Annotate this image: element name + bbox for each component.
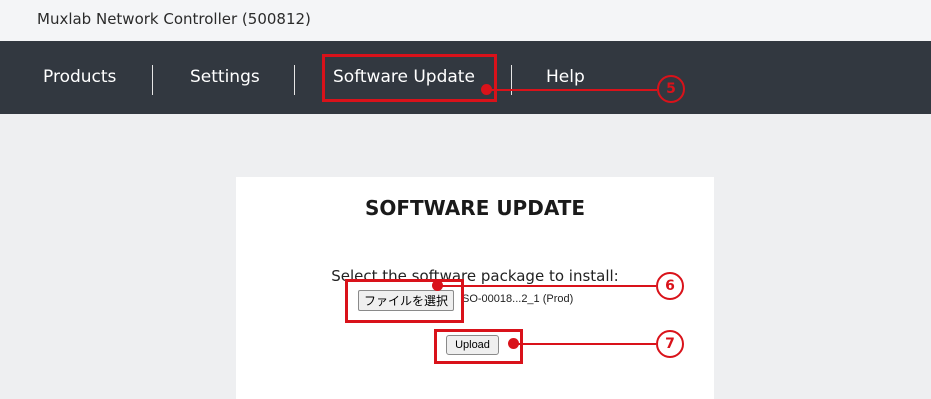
app-title: Muxlab Network Controller (500812) xyxy=(37,10,311,28)
callout-number-7: 7 xyxy=(656,330,684,358)
software-update-card: SOFTWARE UPDATE Select the software pack… xyxy=(236,177,714,399)
selected-file-name: SO-00018...2_1 (Prod) xyxy=(462,293,574,305)
nav-separator xyxy=(294,65,295,95)
callout-leader-line xyxy=(489,89,657,91)
nav-separator xyxy=(152,65,153,95)
callout-leader-line xyxy=(516,343,656,345)
nav-products[interactable]: Products xyxy=(43,67,116,87)
nav-help[interactable]: Help xyxy=(546,67,585,87)
callout-number-5: 5 xyxy=(657,75,685,103)
page-title: SOFTWARE UPDATE xyxy=(364,196,586,220)
nav-settings[interactable]: Settings xyxy=(190,67,260,87)
callout-leader-line xyxy=(440,285,656,287)
install-instruction: Select the software package to install: xyxy=(331,267,619,285)
highlight-box-software-update xyxy=(322,54,497,102)
callout-number-6: 6 xyxy=(656,272,684,300)
app-title-bar: Muxlab Network Controller (500812) xyxy=(0,0,931,41)
